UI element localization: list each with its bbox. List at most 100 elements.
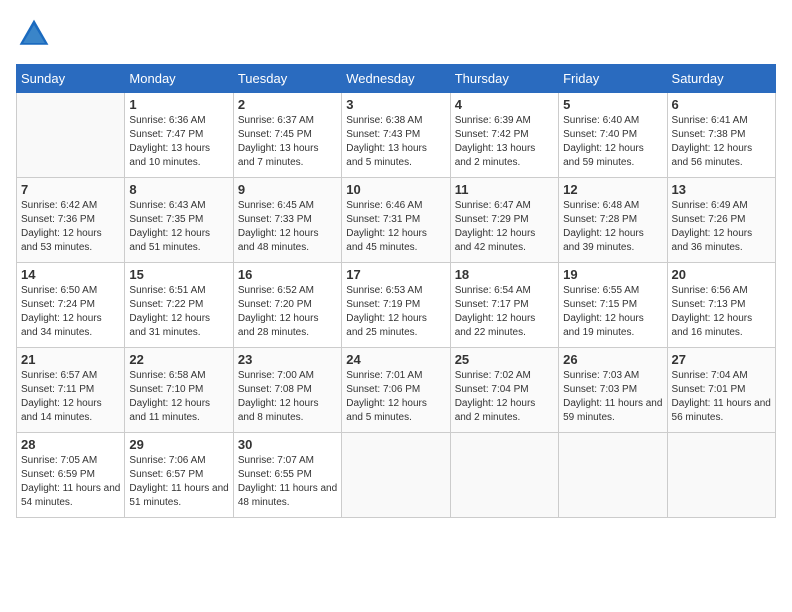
day-info: Sunrise: 6:43 AMSunset: 7:35 PMDaylight:…: [129, 199, 228, 255]
day-number: 17: [346, 267, 445, 282]
day-number: 20: [672, 267, 771, 282]
calendar-cell: 8 Sunrise: 6:43 AMSunset: 7:35 PMDaylight…: [125, 178, 233, 263]
header-day-friday: Friday: [559, 65, 667, 93]
calendar-cell: 15 Sunrise: 6:51 AMSunset: 7:22 PMDayligh…: [125, 263, 233, 348]
calendar-cell: 16 Sunrise: 6:52 AMSunset: 7:20 PMDayligh…: [233, 263, 341, 348]
day-info: Sunrise: 6:45 AMSunset: 7:33 PMDaylight:…: [238, 199, 337, 255]
calendar-cell: 7 Sunrise: 6:42 AMSunset: 7:36 PMDaylight…: [17, 178, 125, 263]
day-number: 26: [563, 352, 662, 367]
calendar-cell: 23Sunrise: 7:00 AMSunset: 7:08 PMDayligh…: [233, 348, 341, 433]
day-info: Sunrise: 7:05 AMSunset: 6:59 PMDaylight:…: [21, 454, 120, 510]
calendar-cell: 4 Sunrise: 6:39 AMSunset: 7:42 PMDaylight…: [450, 93, 558, 178]
calendar-cell: 11 Sunrise: 6:47 AMSunset: 7:29 PMDayligh…: [450, 178, 558, 263]
day-number: 18: [455, 267, 554, 282]
day-info: Sunrise: 6:46 AMSunset: 7:31 PMDaylight:…: [346, 199, 445, 255]
day-number: 4: [455, 97, 554, 112]
calendar-cell: 30Sunrise: 7:07 AMSunset: 6:55 PMDayligh…: [233, 433, 341, 518]
page-header: [16, 16, 776, 52]
day-number: 5: [563, 97, 662, 112]
calendar-cell: 22 Sunrise: 6:58 AMSunset: 7:10 PMDayligh…: [125, 348, 233, 433]
calendar-cell: 17 Sunrise: 6:53 AMSunset: 7:19 PMDayligh…: [342, 263, 450, 348]
calendar-cell: [342, 433, 450, 518]
header-day-monday: Monday: [125, 65, 233, 93]
calendar-cell: [450, 433, 558, 518]
day-number: 9: [238, 182, 337, 197]
day-info: Sunrise: 6:51 AMSunset: 7:22 PMDaylight:…: [129, 284, 228, 340]
day-info: Sunrise: 7:06 AMSunset: 6:57 PMDaylight:…: [129, 454, 228, 510]
day-number: 14: [21, 267, 120, 282]
day-info: Sunrise: 6:53 AMSunset: 7:19 PMDaylight:…: [346, 284, 445, 340]
day-info: Sunrise: 7:04 AMSunset: 7:01 PMDaylight:…: [672, 369, 771, 425]
calendar-cell: 29Sunrise: 7:06 AMSunset: 6:57 PMDayligh…: [125, 433, 233, 518]
day-info: Sunrise: 7:01 AMSunset: 7:06 PMDaylight:…: [346, 369, 445, 425]
day-number: 15: [129, 267, 228, 282]
day-info: Sunrise: 6:40 AMSunset: 7:40 PMDaylight:…: [563, 114, 662, 170]
calendar-cell: [17, 93, 125, 178]
day-number: 13: [672, 182, 771, 197]
calendar-cell: 13Sunrise: 6:49 AMSunset: 7:26 PMDayligh…: [667, 178, 775, 263]
calendar-cell: [559, 433, 667, 518]
day-number: 19: [563, 267, 662, 282]
day-number: 6: [672, 97, 771, 112]
calendar-cell: 2 Sunrise: 6:37 AMSunset: 7:45 PMDaylight…: [233, 93, 341, 178]
calendar-week-2: 14 Sunrise: 6:50 AMSunset: 7:24 PMDayligh…: [17, 263, 776, 348]
header-day-saturday: Saturday: [667, 65, 775, 93]
day-number: 24: [346, 352, 445, 367]
day-info: Sunrise: 6:42 AMSunset: 7:36 PMDaylight:…: [21, 199, 120, 255]
calendar-cell: 18Sunrise: 6:54 AMSunset: 7:17 PMDayligh…: [450, 263, 558, 348]
calendar-cell: 3 Sunrise: 6:38 AMSunset: 7:43 PMDaylight…: [342, 93, 450, 178]
day-number: 25: [455, 352, 554, 367]
header-day-thursday: Thursday: [450, 65, 558, 93]
day-number: 23: [238, 352, 337, 367]
day-number: 3: [346, 97, 445, 112]
day-info: Sunrise: 6:38 AMSunset: 7:43 PMDaylight:…: [346, 114, 445, 170]
calendar-week-4: 28Sunrise: 7:05 AMSunset: 6:59 PMDayligh…: [17, 433, 776, 518]
header-day-sunday: Sunday: [17, 65, 125, 93]
calendar-cell: 1 Sunrise: 6:36 AMSunset: 7:47 PMDaylight…: [125, 93, 233, 178]
header-day-tuesday: Tuesday: [233, 65, 341, 93]
calendar-cell: 21 Sunrise: 6:57 AMSunset: 7:11 PMDayligh…: [17, 348, 125, 433]
day-info: Sunrise: 7:02 AMSunset: 7:04 PMDaylight:…: [455, 369, 554, 425]
day-number: 7: [21, 182, 120, 197]
day-info: Sunrise: 6:58 AMSunset: 7:10 PMDaylight:…: [129, 369, 228, 425]
day-number: 2: [238, 97, 337, 112]
logo: [16, 16, 56, 52]
logo-icon: [16, 16, 52, 52]
day-number: 12: [563, 182, 662, 197]
calendar-cell: 6 Sunrise: 6:41 AMSunset: 7:38 PMDaylight…: [667, 93, 775, 178]
calendar-cell: [667, 433, 775, 518]
calendar-cell: 10Sunrise: 6:46 AMSunset: 7:31 PMDayligh…: [342, 178, 450, 263]
calendar-cell: 24 Sunrise: 7:01 AMSunset: 7:06 PMDayligh…: [342, 348, 450, 433]
calendar-cell: 14 Sunrise: 6:50 AMSunset: 7:24 PMDayligh…: [17, 263, 125, 348]
calendar-cell: 19 Sunrise: 6:55 AMSunset: 7:15 PMDayligh…: [559, 263, 667, 348]
day-info: Sunrise: 6:37 AMSunset: 7:45 PMDaylight:…: [238, 114, 337, 170]
day-number: 21: [21, 352, 120, 367]
calendar-cell: 9 Sunrise: 6:45 AMSunset: 7:33 PMDaylight…: [233, 178, 341, 263]
day-info: Sunrise: 6:47 AMSunset: 7:29 PMDaylight:…: [455, 199, 554, 255]
calendar-table: SundayMondayTuesdayWednesdayThursdayFrid…: [16, 64, 776, 518]
calendar-week-0: 1 Sunrise: 6:36 AMSunset: 7:47 PMDaylight…: [17, 93, 776, 178]
calendar-cell: 12Sunrise: 6:48 AMSunset: 7:28 PMDayligh…: [559, 178, 667, 263]
day-number: 11: [455, 182, 554, 197]
calendar-cell: 28Sunrise: 7:05 AMSunset: 6:59 PMDayligh…: [17, 433, 125, 518]
day-number: 1: [129, 97, 228, 112]
day-info: Sunrise: 6:56 AMSunset: 7:13 PMDaylight:…: [672, 284, 771, 340]
day-info: Sunrise: 6:55 AMSunset: 7:15 PMDaylight:…: [563, 284, 662, 340]
day-info: Sunrise: 6:50 AMSunset: 7:24 PMDaylight:…: [21, 284, 120, 340]
day-number: 16: [238, 267, 337, 282]
day-info: Sunrise: 6:52 AMSunset: 7:20 PMDaylight:…: [238, 284, 337, 340]
day-info: Sunrise: 6:57 AMSunset: 7:11 PMDaylight:…: [21, 369, 120, 425]
day-number: 22: [129, 352, 228, 367]
calendar-cell: 20 Sunrise: 6:56 AMSunset: 7:13 PMDayligh…: [667, 263, 775, 348]
calendar-cell: 25 Sunrise: 7:02 AMSunset: 7:04 PMDayligh…: [450, 348, 558, 433]
calendar-cell: 5 Sunrise: 6:40 AMSunset: 7:40 PMDaylight…: [559, 93, 667, 178]
day-info: Sunrise: 6:41 AMSunset: 7:38 PMDaylight:…: [672, 114, 771, 170]
calendar-week-3: 21 Sunrise: 6:57 AMSunset: 7:11 PMDayligh…: [17, 348, 776, 433]
day-number: 8: [129, 182, 228, 197]
day-info: Sunrise: 6:39 AMSunset: 7:42 PMDaylight:…: [455, 114, 554, 170]
day-number: 30: [238, 437, 337, 452]
day-info: Sunrise: 6:36 AMSunset: 7:47 PMDaylight:…: [129, 114, 228, 170]
calendar-header-row: SundayMondayTuesdayWednesdayThursdayFrid…: [17, 65, 776, 93]
calendar-cell: 26 Sunrise: 7:03 AMSunset: 7:03 PMDayligh…: [559, 348, 667, 433]
day-info: Sunrise: 7:03 AMSunset: 7:03 PMDaylight:…: [563, 369, 662, 425]
